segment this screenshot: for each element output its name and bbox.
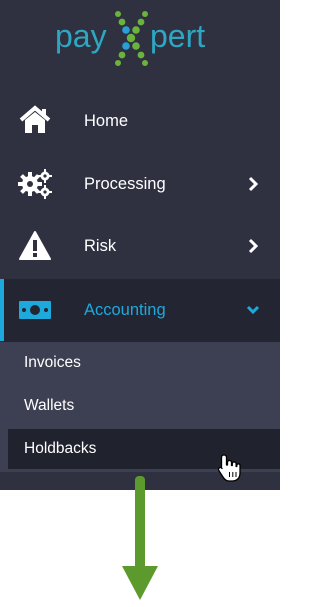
paypert-logo: pay pert (55, 11, 205, 66)
hand-pointer-icon (217, 453, 241, 483)
warning-icon (18, 230, 52, 262)
nav-item-risk[interactable]: Risk (0, 215, 280, 277)
chevron-down-icon (245, 301, 261, 319)
submenu-item-invoices[interactable]: Invoices (8, 343, 280, 383)
chevron-right-icon (245, 175, 261, 193)
nav-item-home[interactable]: Home (0, 90, 280, 152)
nav-item-label: Home (84, 112, 129, 130)
active-indicator (0, 279, 4, 341)
logo-x-mark (115, 11, 148, 66)
nav-item-label: Accounting (84, 301, 166, 319)
home-icon (18, 105, 52, 137)
down-arrow-icon (118, 474, 162, 602)
nav-item-label: Processing (84, 175, 166, 193)
submenu-item-label: Wallets (24, 397, 75, 414)
logo-text-right: pert (150, 18, 205, 54)
gears-icon (18, 168, 52, 200)
nav-item-accounting[interactable]: Accounting (0, 279, 280, 342)
logo-text-left: pay (55, 18, 107, 54)
nav-item-processing[interactable]: Processing (0, 153, 280, 215)
money-icon (18, 294, 52, 326)
chevron-right-icon (245, 237, 261, 255)
submenu-item-label: Holdbacks (24, 440, 97, 457)
nav-item-label: Risk (84, 237, 117, 255)
submenu-item-wallets[interactable]: Wallets (8, 386, 280, 426)
sidebar: pay pert Home Processing Risk Accounting… (0, 0, 280, 490)
submenu-item-label: Invoices (24, 354, 81, 371)
brand-logo[interactable]: pay pert (0, 0, 280, 78)
